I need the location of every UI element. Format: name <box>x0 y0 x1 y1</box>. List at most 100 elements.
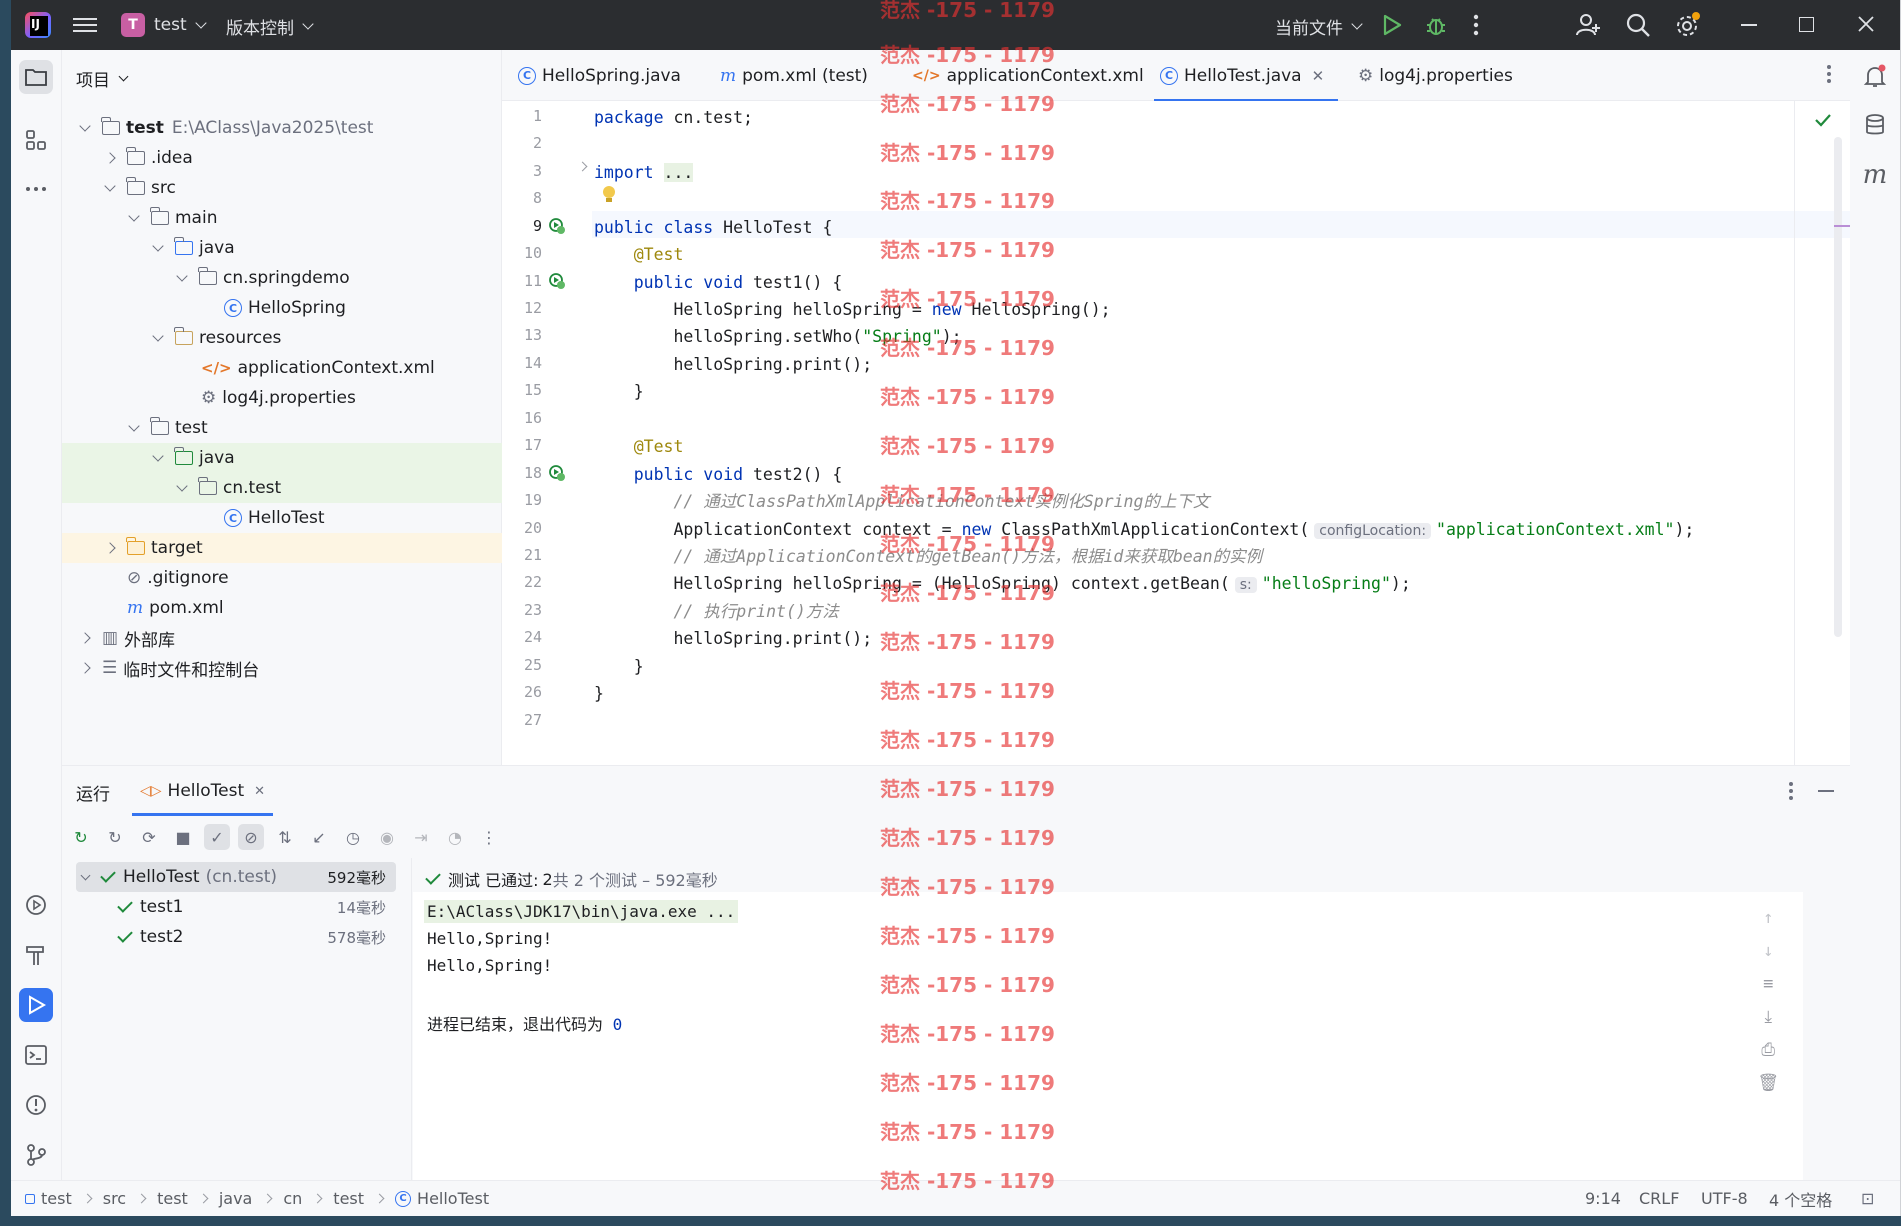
history-icon[interactable]: ◷ <box>340 824 366 850</box>
sort-icon[interactable]: ⇅ <box>272 824 298 850</box>
structure-tool-icon[interactable] <box>19 123 53 157</box>
run-test-gutter-icon[interactable] <box>548 217 566 235</box>
toggle-auto-test-icon[interactable]: ⟳ <box>136 824 162 850</box>
tree-row-test-java[interactable]: java <box>62 443 502 473</box>
folded-imports[interactable]: ... <box>663 163 694 182</box>
tree-row-test[interactable]: test <box>62 413 502 443</box>
run-icon[interactable] <box>1381 13 1403 37</box>
tree-row-scratches[interactable]: ☰ 临时文件和控制台 <box>62 653 502 683</box>
minimize-icon[interactable] <box>1741 24 1757 26</box>
scroll-to-end-icon[interactable]: ⤓ <box>1764 1001 1772 1034</box>
indent-setting[interactable]: 4 个空格 <box>1769 1187 1832 1211</box>
more-tools-icon[interactable] <box>19 172 53 206</box>
terminal-tool-icon[interactable] <box>19 1038 53 1072</box>
tab-hellospring-java[interactable]: C HelloSpring.java <box>518 50 681 101</box>
show-ignored-icon[interactable]: ⊘ <box>238 824 264 850</box>
inspection-ok-icon[interactable] <box>1814 113 1832 127</box>
caret-position[interactable]: 9:14 <box>1585 1189 1621 1208</box>
run-test-gutter-icon[interactable] <box>548 272 566 290</box>
tree-row-idea[interactable]: .idea <box>62 143 502 173</box>
add-user-icon[interactable] <box>1575 12 1601 38</box>
editor-scrollbar[interactable] <box>1834 137 1842 637</box>
tab-hellotest-run[interactable]: ◁▷ HelloTest ✕ <box>132 766 274 816</box>
collapse-icon[interactable]: ↙ <box>306 824 332 850</box>
services-tool-icon[interactable] <box>19 888 53 922</box>
console-command[interactable]: E:\AClass\JDK17\bin\java.exe ... <box>424 900 739 923</box>
close-window-icon[interactable] <box>1857 15 1875 33</box>
console-output[interactable]: E:\AClass\JDK17\bin\java.exe ... Hello,S… <box>413 892 1803 1181</box>
maximize-icon[interactable] <box>1799 17 1814 32</box>
tree-row-main[interactable]: main <box>62 203 502 233</box>
tree-row-gitignore[interactable]: ⊘ .gitignore <box>62 563 502 593</box>
tree-row-log4j[interactable]: ⚙ log4j.properties <box>62 383 502 413</box>
settings-gear-icon[interactable] <box>1673 11 1701 39</box>
tree-row-cn-springdemo[interactable]: cn.springdemo <box>62 263 502 293</box>
problems-tool-icon[interactable] <box>19 1088 53 1122</box>
vcs-menu[interactable]: 版本控制 <box>226 14 314 39</box>
run-panel-more-icon[interactable] <box>1788 781 1794 801</box>
breadcrumb-item[interactable]: src <box>103 1189 157 1208</box>
project-panel-header[interactable]: 项目 <box>76 66 129 91</box>
tab-applicationcontext-xml[interactable]: </> applicationContext.xml <box>912 50 1144 101</box>
tab-pom-xml[interactable]: m pom.xml (test) <box>720 50 868 101</box>
scroll-up-icon[interactable]: ↑ <box>1763 902 1773 935</box>
test-row-test1[interactable]: test1 14毫秒 <box>76 892 396 922</box>
tab-more-icon[interactable] <box>1826 64 1832 84</box>
rerun-failed-icon[interactable]: ↻ <box>102 824 128 850</box>
tab-log4j-properties[interactable]: ⚙ log4j.properties <box>1358 50 1513 101</box>
tab-hellotest-java[interactable]: C HelloTest.java ✕ <box>1154 50 1339 102</box>
clear-all-icon[interactable]: 🗑 <box>1757 1067 1779 1100</box>
tree-row-hellotest[interactable]: C HelloTest <box>62 503 502 533</box>
database-icon[interactable] <box>1858 108 1892 142</box>
fold-expand-icon[interactable] <box>577 161 588 172</box>
tree-row-resources[interactable]: resources <box>62 323 502 353</box>
search-icon[interactable] <box>1625 12 1651 38</box>
breadcrumb-item[interactable]: test <box>41 1189 103 1208</box>
stop-icon[interactable]: ■ <box>170 824 196 850</box>
main-menu-icon[interactable] <box>73 14 97 36</box>
toolbar-more-icon[interactable]: ⋮ <box>476 824 502 850</box>
tree-row-target[interactable]: target <box>62 533 502 563</box>
tree-row-pom[interactable]: m pom.xml <box>62 593 502 623</box>
coverage-icon[interactable]: ◔ <box>442 824 468 850</box>
run-config-selector[interactable]: 当前文件 <box>1275 14 1363 39</box>
more-actions-icon[interactable] <box>1473 14 1479 36</box>
breadcrumb-item[interactable]: HelloTest <box>417 1189 489 1208</box>
tree-row-cn-test[interactable]: cn.test <box>62 473 502 503</box>
show-passed-icon[interactable]: ✓ <box>204 824 230 850</box>
breadcrumb-item[interactable]: test <box>333 1189 395 1208</box>
code-text[interactable]: package cn.test; import ... public class… <box>594 101 1694 703</box>
tree-row-src[interactable]: src <box>62 173 502 203</box>
notifications-icon[interactable] <box>1858 60 1892 94</box>
tree-row-applicationcontext[interactable]: </> applicationContext.xml <box>62 353 502 383</box>
test-row-test2[interactable]: test2 578毫秒 <box>76 922 396 952</box>
debug-icon[interactable] <box>1424 12 1448 38</box>
project-switcher[interactable]: T test <box>121 13 207 37</box>
screenshot-icon[interactable]: ◉ <box>374 824 400 850</box>
run-test-gutter-icon[interactable] <box>548 464 566 482</box>
intellij-logo-icon[interactable] <box>25 12 51 38</box>
tree-row-root[interactable]: test E:\AClass\Java2025\test <box>62 113 502 143</box>
breadcrumb-item[interactable]: test <box>157 1189 219 1208</box>
file-encoding[interactable]: UTF-8 <box>1701 1189 1748 1208</box>
close-tab-icon[interactable]: ✕ <box>1312 67 1325 85</box>
run-tool-icon[interactable] <box>19 988 53 1022</box>
breadcrumb-item[interactable]: java <box>219 1189 284 1208</box>
rerun-icon[interactable]: ↻ <box>68 824 94 850</box>
code-editor[interactable]: 1 2 3 8 9 10 11 12 13 14 15 16 17 18 19 … <box>502 101 1850 765</box>
git-tool-icon[interactable] <box>19 1138 53 1172</box>
line-separator[interactable]: CRLF <box>1639 1189 1679 1208</box>
scroll-down-icon[interactable]: ↓ <box>1763 935 1773 968</box>
tree-row-main-java[interactable]: java <box>62 233 502 263</box>
test-row-hellotest[interactable]: HelloTest (cn.test) 592毫秒 <box>76 862 396 892</box>
import-tests-icon[interactable]: ⇥ <box>408 824 434 850</box>
read-only-lock-icon[interactable]: ⊡ <box>1861 1189 1874 1208</box>
build-tool-icon[interactable] <box>19 938 53 972</box>
close-tab-icon[interactable]: ✕ <box>254 784 265 799</box>
soft-wrap-icon[interactable]: ≡ <box>1763 968 1773 1001</box>
maven-icon[interactable]: m <box>1858 158 1892 192</box>
project-tool-icon[interactable] <box>19 60 53 94</box>
breadcrumb-item[interactable]: cn <box>283 1189 333 1208</box>
tree-row-external-libs[interactable]: ▥ 外部库 <box>62 623 502 653</box>
hide-panel-icon[interactable] <box>1818 790 1834 792</box>
